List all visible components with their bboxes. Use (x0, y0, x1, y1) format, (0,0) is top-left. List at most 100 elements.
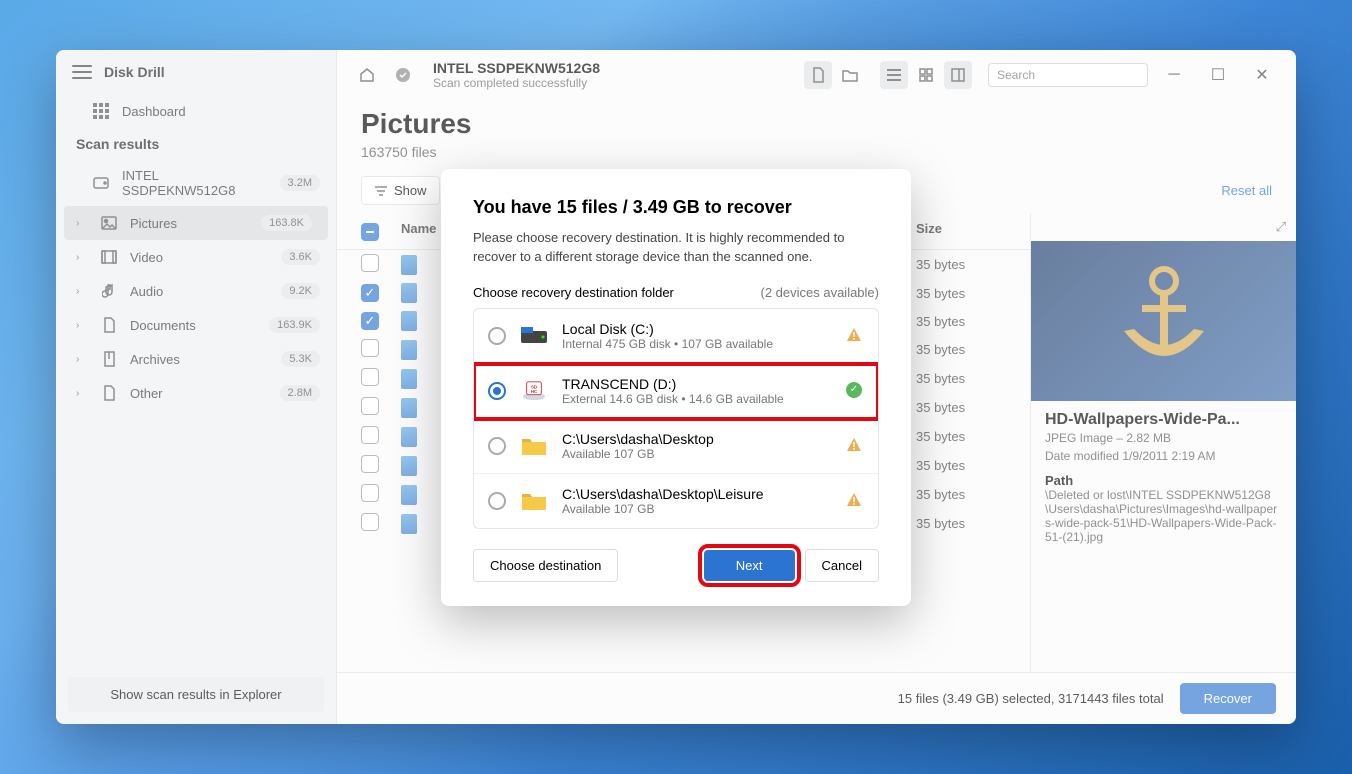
sidebar-item-documents[interactable]: › Documents 163.9K (56, 308, 336, 342)
view-grid-icon[interactable] (912, 61, 940, 89)
modal-sub-label: Choose recovery destination folder (473, 285, 674, 300)
row-checkbox[interactable] (361, 513, 379, 531)
search-input[interactable] (997, 68, 1152, 82)
warning-icon (846, 437, 862, 453)
sidebar-item-count: 5.3K (281, 351, 320, 367)
next-button[interactable]: Next (704, 550, 795, 581)
destination-item[interactable]: C:\Users\dasha\Desktop Available 107 GB (474, 419, 878, 474)
warning-icon (846, 492, 862, 508)
sidebar: Disk Drill Dashboard Scan results INTEL … (56, 50, 337, 724)
show-filter-button[interactable]: Show (361, 176, 440, 205)
row-checkbox[interactable]: ✓ (361, 284, 379, 302)
destination-sub: External 14.6 GB disk • 14.6 GB availabl… (562, 392, 834, 406)
sidebar-drive-label: INTEL SSDPEKNW512G8 (122, 168, 268, 198)
sidebar-dashboard[interactable]: Dashboard (56, 94, 336, 128)
sidebar-item-audio[interactable]: › Audio 9.2K (56, 274, 336, 308)
row-size: 35 bytes (916, 458, 1006, 473)
maximize-button[interactable]: ☐ (1200, 61, 1236, 89)
sidebar-dashboard-label: Dashboard (122, 104, 320, 119)
file-icon (401, 255, 417, 275)
destination-radio[interactable] (488, 492, 506, 510)
warning-icon (846, 327, 862, 343)
status-ok-icon (389, 61, 417, 89)
sidebar-item-label: Other (130, 386, 268, 401)
row-checkbox[interactable] (361, 426, 379, 444)
preview-pane: ⤢ HD-Wallpapers-Wide-Pa... JPEG Image – … (1030, 213, 1296, 672)
sidebar-item-video[interactable]: › Video 3.6K (56, 240, 336, 274)
row-checkbox[interactable]: ✓ (361, 312, 379, 330)
destination-item[interactable]: Local Disk (C:) Internal 475 GB disk • 1… (474, 309, 878, 364)
popout-icon[interactable]: ⤢ (1276, 219, 1286, 235)
row-checkbox[interactable] (361, 484, 379, 502)
close-button[interactable]: ✕ (1244, 61, 1280, 89)
row-checkbox[interactable] (361, 368, 379, 386)
recovery-destination-modal: You have 15 files / 3.49 GB to recover P… (441, 169, 911, 606)
row-size: 35 bytes (916, 516, 1006, 531)
sidebar-item-count: 3.6K (281, 249, 320, 265)
file-icon (401, 340, 417, 360)
col-size[interactable]: Size (916, 221, 1006, 241)
destination-radio[interactable] (488, 327, 506, 345)
modal-title: You have 15 files / 3.49 GB to recover (473, 197, 879, 218)
sidebar-item-count: 163.8K (261, 215, 312, 231)
row-checkbox[interactable] (361, 254, 379, 272)
disk-icon (518, 322, 550, 350)
select-all-checkbox[interactable] (361, 223, 379, 241)
destination-item[interactable]: SDHC TRANSCEND (D:) External 14.6 GB dis… (474, 364, 878, 419)
sidebar-item-count: 9.2K (281, 283, 320, 299)
sdhc-icon: SDHC (518, 377, 550, 405)
view-folders-icon[interactable] (836, 61, 864, 89)
row-checkbox[interactable] (361, 339, 379, 357)
row-checkbox[interactable] (361, 397, 379, 415)
sidebar-item-pictures[interactable]: › Pictures 163.8K (64, 206, 328, 240)
home-icon[interactable] (353, 61, 381, 89)
view-files-icon[interactable] (804, 61, 832, 89)
search-box[interactable] (988, 63, 1148, 87)
chevron-right-icon: › (76, 218, 88, 229)
reset-all-link[interactable]: Reset all (1221, 183, 1272, 198)
row-size: 35 bytes (916, 257, 1006, 272)
show-in-explorer-button[interactable]: Show scan results in Explorer (68, 677, 324, 712)
chevron-right-icon: › (76, 286, 88, 297)
destination-sub: Available 107 GB (562, 502, 834, 516)
destination-name: C:\Users\dasha\Desktop (562, 431, 834, 447)
chevron-right-icon: › (76, 320, 88, 331)
file-icon (401, 369, 417, 389)
file-icon (401, 485, 417, 505)
status-text: 15 files (3.49 GB) selected, 3171443 fil… (898, 691, 1164, 706)
destination-radio[interactable] (488, 382, 506, 400)
sidebar-item-count: 163.9K (269, 317, 320, 333)
cancel-button[interactable]: Cancel (805, 549, 879, 582)
chevron-right-icon: › (76, 388, 88, 399)
row-size: 35 bytes (916, 429, 1006, 444)
destination-sub: Internal 475 GB disk • 107 GB available (562, 337, 834, 351)
sidebar-item-count: 2.8M (280, 385, 320, 401)
sidebar-drive[interactable]: INTEL SSDPEKNW512G8 3.2M (56, 160, 336, 206)
view-preview-icon[interactable] (944, 61, 972, 89)
chevron-right-icon: › (76, 252, 88, 263)
app-window: Disk Drill Dashboard Scan results INTEL … (56, 50, 1296, 724)
file-icon (401, 427, 417, 447)
view-list-icon[interactable] (880, 61, 908, 89)
recover-button[interactable]: Recover (1180, 683, 1276, 714)
sidebar-drive-count: 3.2M (280, 175, 320, 191)
destination-radio[interactable] (488, 437, 506, 455)
sidebar-item-other[interactable]: › Other 2.8M (56, 376, 336, 410)
sidebar-item-label: Documents (130, 318, 257, 333)
sidebar-item-label: Audio (130, 284, 269, 299)
minimize-button[interactable]: ─ (1156, 61, 1192, 89)
documents-icon (100, 316, 118, 334)
file-icon (401, 311, 417, 331)
sidebar-item-label: Archives (130, 352, 269, 367)
preview-modified: Date modified 1/9/2011 2:19 AM (1031, 449, 1296, 467)
preview-title: HD-Wallpapers-Wide-Pa... (1031, 401, 1296, 431)
menu-icon[interactable] (72, 65, 92, 79)
drive-icon (92, 174, 110, 192)
sidebar-item-archives[interactable]: › Archives 5.3K (56, 342, 336, 376)
preview-image (1031, 241, 1296, 401)
destination-item[interactable]: C:\Users\dasha\Desktop\Leisure Available… (474, 474, 878, 528)
folder-icon (518, 432, 550, 460)
row-checkbox[interactable] (361, 455, 379, 473)
page-title: Pictures (361, 108, 1272, 140)
choose-destination-button[interactable]: Choose destination (473, 549, 618, 582)
